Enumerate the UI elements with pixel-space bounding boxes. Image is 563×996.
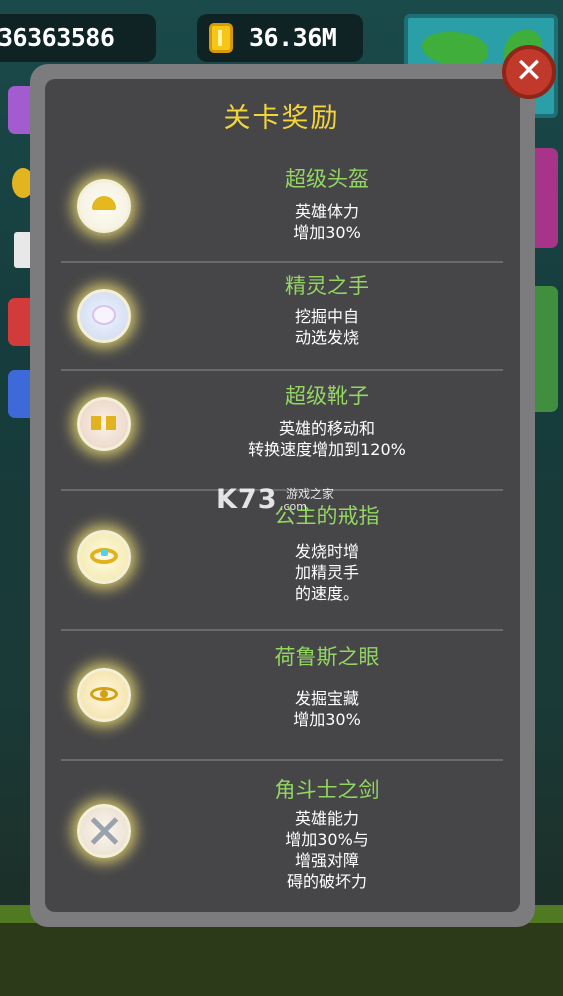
watermark: K73 游戏之家 .com [216, 484, 334, 515]
reward-row-fairy-hand: 精灵之手 挖掘中自 动选发烧 [61, 272, 503, 368]
coin-amount: 36.36M [249, 23, 337, 52]
reward-row-sword: 角斗士之剑 英雄能力 增加30%与 增强对障 碍的破坏力 [61, 775, 503, 905]
reward-name: 超级靴子 [285, 384, 369, 408]
divider [61, 759, 503, 761]
score-counter: 36363586 [0, 14, 156, 62]
watermark-domain: .com [280, 500, 307, 513]
reward-row-ring: 公主的戒指 发烧时增 加精灵手 的速度。 [61, 500, 503, 628]
reward-description: 挖掘中自 动选发烧 [294, 307, 359, 347]
reward-name: 超级头盔 [285, 167, 369, 191]
close-x-icon[interactable]: ✕ [515, 51, 544, 91]
reward-name: 荷鲁斯之眼 [274, 645, 380, 669]
divider [61, 489, 503, 491]
coin-icon [209, 23, 233, 53]
divider [61, 629, 503, 631]
reward-row-boots: 超级靴子 英雄的移动和 转换速度增加到120% [61, 382, 503, 488]
panel-title: 关卡奖励 [223, 103, 340, 134]
divider [61, 261, 503, 263]
reward-description: 发烧时增 加精灵手 的速度。 [294, 542, 359, 603]
reward-name: 精灵之手 [285, 274, 369, 298]
reward-name: 角斗士之剑 [274, 778, 380, 802]
reward-description: 英雄能力 增加30%与 增强对障 碍的破坏力 [285, 809, 369, 891]
reward-description: 英雄体力 增加30% [293, 202, 361, 242]
reward-description: 发掘宝藏 增加30% [293, 689, 361, 729]
coin-counter: 36.36M [197, 14, 363, 62]
reward-row-helmet: 超级头盔 英雄体力 增加30% [61, 165, 503, 261]
close-button[interactable]: ✕ [502, 45, 556, 99]
reward-description: 英雄的移动和 转换速度增加到120% [248, 419, 406, 459]
reward-row-eye: 荷鲁斯之眼 发掘宝藏 增加30% [61, 642, 503, 758]
divider [61, 369, 503, 371]
watermark-logo: K73 [216, 484, 278, 515]
